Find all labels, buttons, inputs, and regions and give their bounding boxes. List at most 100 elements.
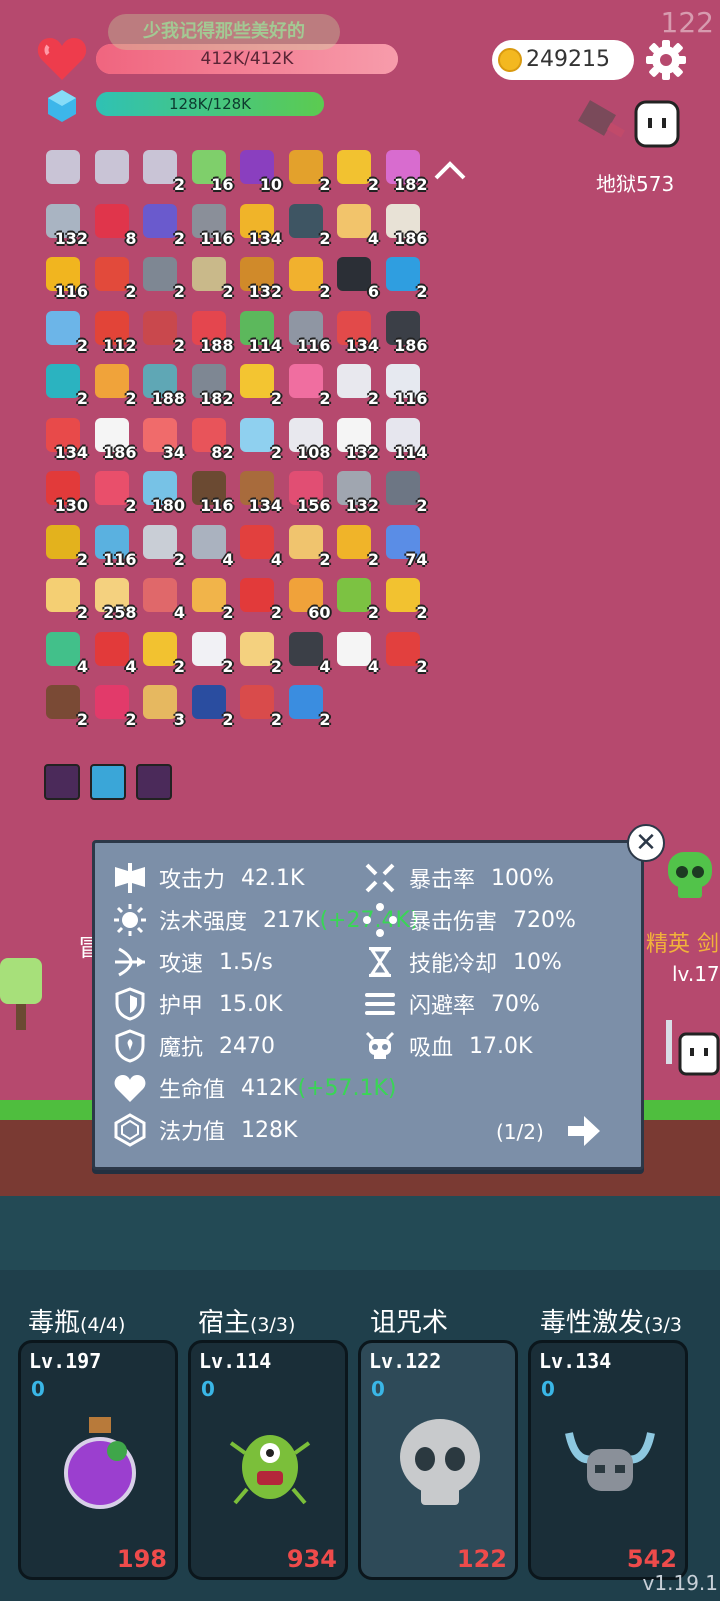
inventory-item[interactable]: 4 bbox=[190, 523, 234, 569]
inventory-item[interactable]: 2 bbox=[190, 576, 234, 622]
mana-bar: 128K/128K bbox=[96, 92, 324, 116]
inventory-item[interactable]: 2 bbox=[335, 576, 379, 622]
inventory-item[interactable]: 186 bbox=[93, 416, 137, 462]
inventory-item[interactable]: 108 bbox=[287, 416, 331, 462]
skill-card-curse[interactable]: Lv.122 0 122 bbox=[358, 1340, 518, 1580]
inventory-item[interactable]: 116 bbox=[93, 523, 137, 569]
inventory-item[interactable]: 4 bbox=[141, 576, 185, 622]
inventory-item[interactable]: 2 bbox=[287, 148, 331, 194]
ghost-companion-icon[interactable] bbox=[632, 98, 682, 150]
inventory-item[interactable]: 2 bbox=[287, 683, 331, 729]
inventory-item[interactable]: 60 bbox=[287, 576, 331, 622]
inventory-item[interactable]: 2 bbox=[238, 683, 282, 729]
inventory-item[interactable]: 6 bbox=[335, 255, 379, 301]
inventory-item[interactable]: 180 bbox=[141, 469, 185, 515]
inventory-item[interactable]: 182 bbox=[384, 148, 428, 194]
inventory-item[interactable]: 4 bbox=[335, 630, 379, 676]
inventory-item[interactable]: 132 bbox=[335, 416, 379, 462]
inventory-item[interactable]: 2 bbox=[384, 576, 428, 622]
inventory-item[interactable]: 134 bbox=[335, 309, 379, 355]
skill-card-host[interactable]: Lv.114 0 934 bbox=[188, 1340, 348, 1580]
inventory-item[interactable]: 134 bbox=[238, 469, 282, 515]
inventory-item[interactable]: 2 bbox=[190, 683, 234, 729]
inventory-item[interactable]: 2 bbox=[384, 469, 428, 515]
inventory-item[interactable]: 2 bbox=[384, 255, 428, 301]
inventory-item[interactable]: 2 bbox=[335, 362, 379, 408]
inventory-item[interactable]: 2 bbox=[287, 523, 331, 569]
inventory-item[interactable]: 2 bbox=[141, 202, 185, 248]
inventory-item[interactable] bbox=[93, 148, 133, 188]
inventory-item[interactable]: 2 bbox=[93, 469, 137, 515]
inventory-item[interactable]: 3 bbox=[141, 683, 185, 729]
inventory-item[interactable]: 132 bbox=[335, 469, 379, 515]
inventory-item[interactable]: 116 bbox=[190, 469, 234, 515]
settings-gear-icon[interactable] bbox=[644, 38, 688, 82]
inventory-item[interactable]: 114 bbox=[238, 309, 282, 355]
inventory-item[interactable]: 10 bbox=[238, 148, 282, 194]
inventory-item[interactable]: 2 bbox=[44, 362, 88, 408]
inventory-item[interactable]: 2 bbox=[384, 630, 428, 676]
inventory-item[interactable]: 2 bbox=[335, 523, 379, 569]
inventory-item[interactable]: 2 bbox=[141, 309, 185, 355]
inventory-item[interactable]: 2 bbox=[44, 576, 88, 622]
inventory-item[interactable]: 2 bbox=[93, 255, 137, 301]
inventory-item[interactable]: 186 bbox=[384, 309, 428, 355]
inventory-item[interactable]: 134 bbox=[44, 416, 88, 462]
inventory-item[interactable]: 4 bbox=[238, 523, 282, 569]
inventory-item[interactable]: 34 bbox=[141, 416, 185, 462]
inventory-item[interactable]: 2 bbox=[190, 255, 234, 301]
inventory-item[interactable]: 2 bbox=[44, 309, 88, 355]
inventory-item[interactable]: 2 bbox=[141, 523, 185, 569]
inventory-item[interactable]: 4 bbox=[287, 630, 331, 676]
inventory-item[interactable]: 74 bbox=[384, 523, 428, 569]
demon-rune-icon[interactable] bbox=[44, 764, 80, 800]
inventory-item[interactable]: 186 bbox=[384, 202, 428, 248]
inventory-item[interactable]: 2 bbox=[93, 683, 137, 729]
inventory-item[interactable]: 188 bbox=[190, 309, 234, 355]
inventory-item[interactable]: 182 bbox=[190, 362, 234, 408]
inventory-item[interactable]: 130 bbox=[44, 469, 88, 515]
inventory-item[interactable]: 82 bbox=[190, 416, 234, 462]
inventory-item[interactable]: 116 bbox=[190, 202, 234, 248]
inventory-item[interactable]: 116 bbox=[287, 309, 331, 355]
inventory-item[interactable]: 112 bbox=[93, 309, 137, 355]
inventory-item[interactable]: 132 bbox=[238, 255, 282, 301]
inventory-item[interactable]: 2 bbox=[238, 416, 282, 462]
inventory-item[interactable]: 2 bbox=[141, 148, 185, 194]
inventory-item[interactable] bbox=[44, 148, 84, 188]
inventory-item[interactable]: 2 bbox=[238, 362, 282, 408]
inventory-item[interactable]: 2 bbox=[44, 683, 88, 729]
inventory-item[interactable]: 2 bbox=[141, 630, 185, 676]
inventory-item[interactable]: 2 bbox=[287, 362, 331, 408]
inventory-item[interactable]: 188 bbox=[141, 362, 185, 408]
inventory-item[interactable]: 2 bbox=[44, 523, 88, 569]
collapse-chevron-up-icon[interactable] bbox=[432, 160, 468, 182]
inventory-item[interactable]: 16 bbox=[190, 148, 234, 194]
inventory-item[interactable]: 4 bbox=[44, 630, 88, 676]
inventory-item[interactable]: 2 bbox=[238, 576, 282, 622]
inventory-item[interactable]: 4 bbox=[335, 202, 379, 248]
inventory-item[interactable]: 132 bbox=[44, 202, 88, 248]
close-stats-button[interactable]: ✕ bbox=[627, 824, 665, 862]
next-page-arrow-icon[interactable] bbox=[566, 1114, 602, 1148]
inventory-item[interactable]: 8 bbox=[93, 202, 137, 248]
inventory-item[interactable]: 2 bbox=[238, 630, 282, 676]
inventory-item[interactable]: 156 bbox=[287, 469, 331, 515]
inventory-item[interactable]: 116 bbox=[384, 362, 428, 408]
inventory-item[interactable]: 114 bbox=[384, 416, 428, 462]
inventory-item[interactable]: 2 bbox=[287, 202, 331, 248]
inventory-item[interactable]: 2 bbox=[287, 255, 331, 301]
cleaver-icon[interactable] bbox=[574, 98, 628, 148]
skill-card-poison-bottle[interactable]: Lv.197 0 198 bbox=[18, 1340, 178, 1580]
inventory-item[interactable]: 2 bbox=[93, 362, 137, 408]
inventory-item[interactable]: 2 bbox=[335, 148, 379, 194]
inventory-item[interactable]: 2 bbox=[141, 255, 185, 301]
inventory-item[interactable]: 4 bbox=[93, 630, 137, 676]
inventory-item[interactable]: 116 bbox=[44, 255, 88, 301]
demon-rune-icon[interactable] bbox=[136, 764, 172, 800]
inventory-item[interactable]: 2 bbox=[190, 630, 234, 676]
inventory-item[interactable]: 134 bbox=[238, 202, 282, 248]
skill-card-toxic-burst[interactable]: Lv.134 0 542 bbox=[528, 1340, 688, 1580]
light-rune-icon[interactable] bbox=[90, 764, 126, 800]
inventory-item[interactable]: 258 bbox=[93, 576, 137, 622]
